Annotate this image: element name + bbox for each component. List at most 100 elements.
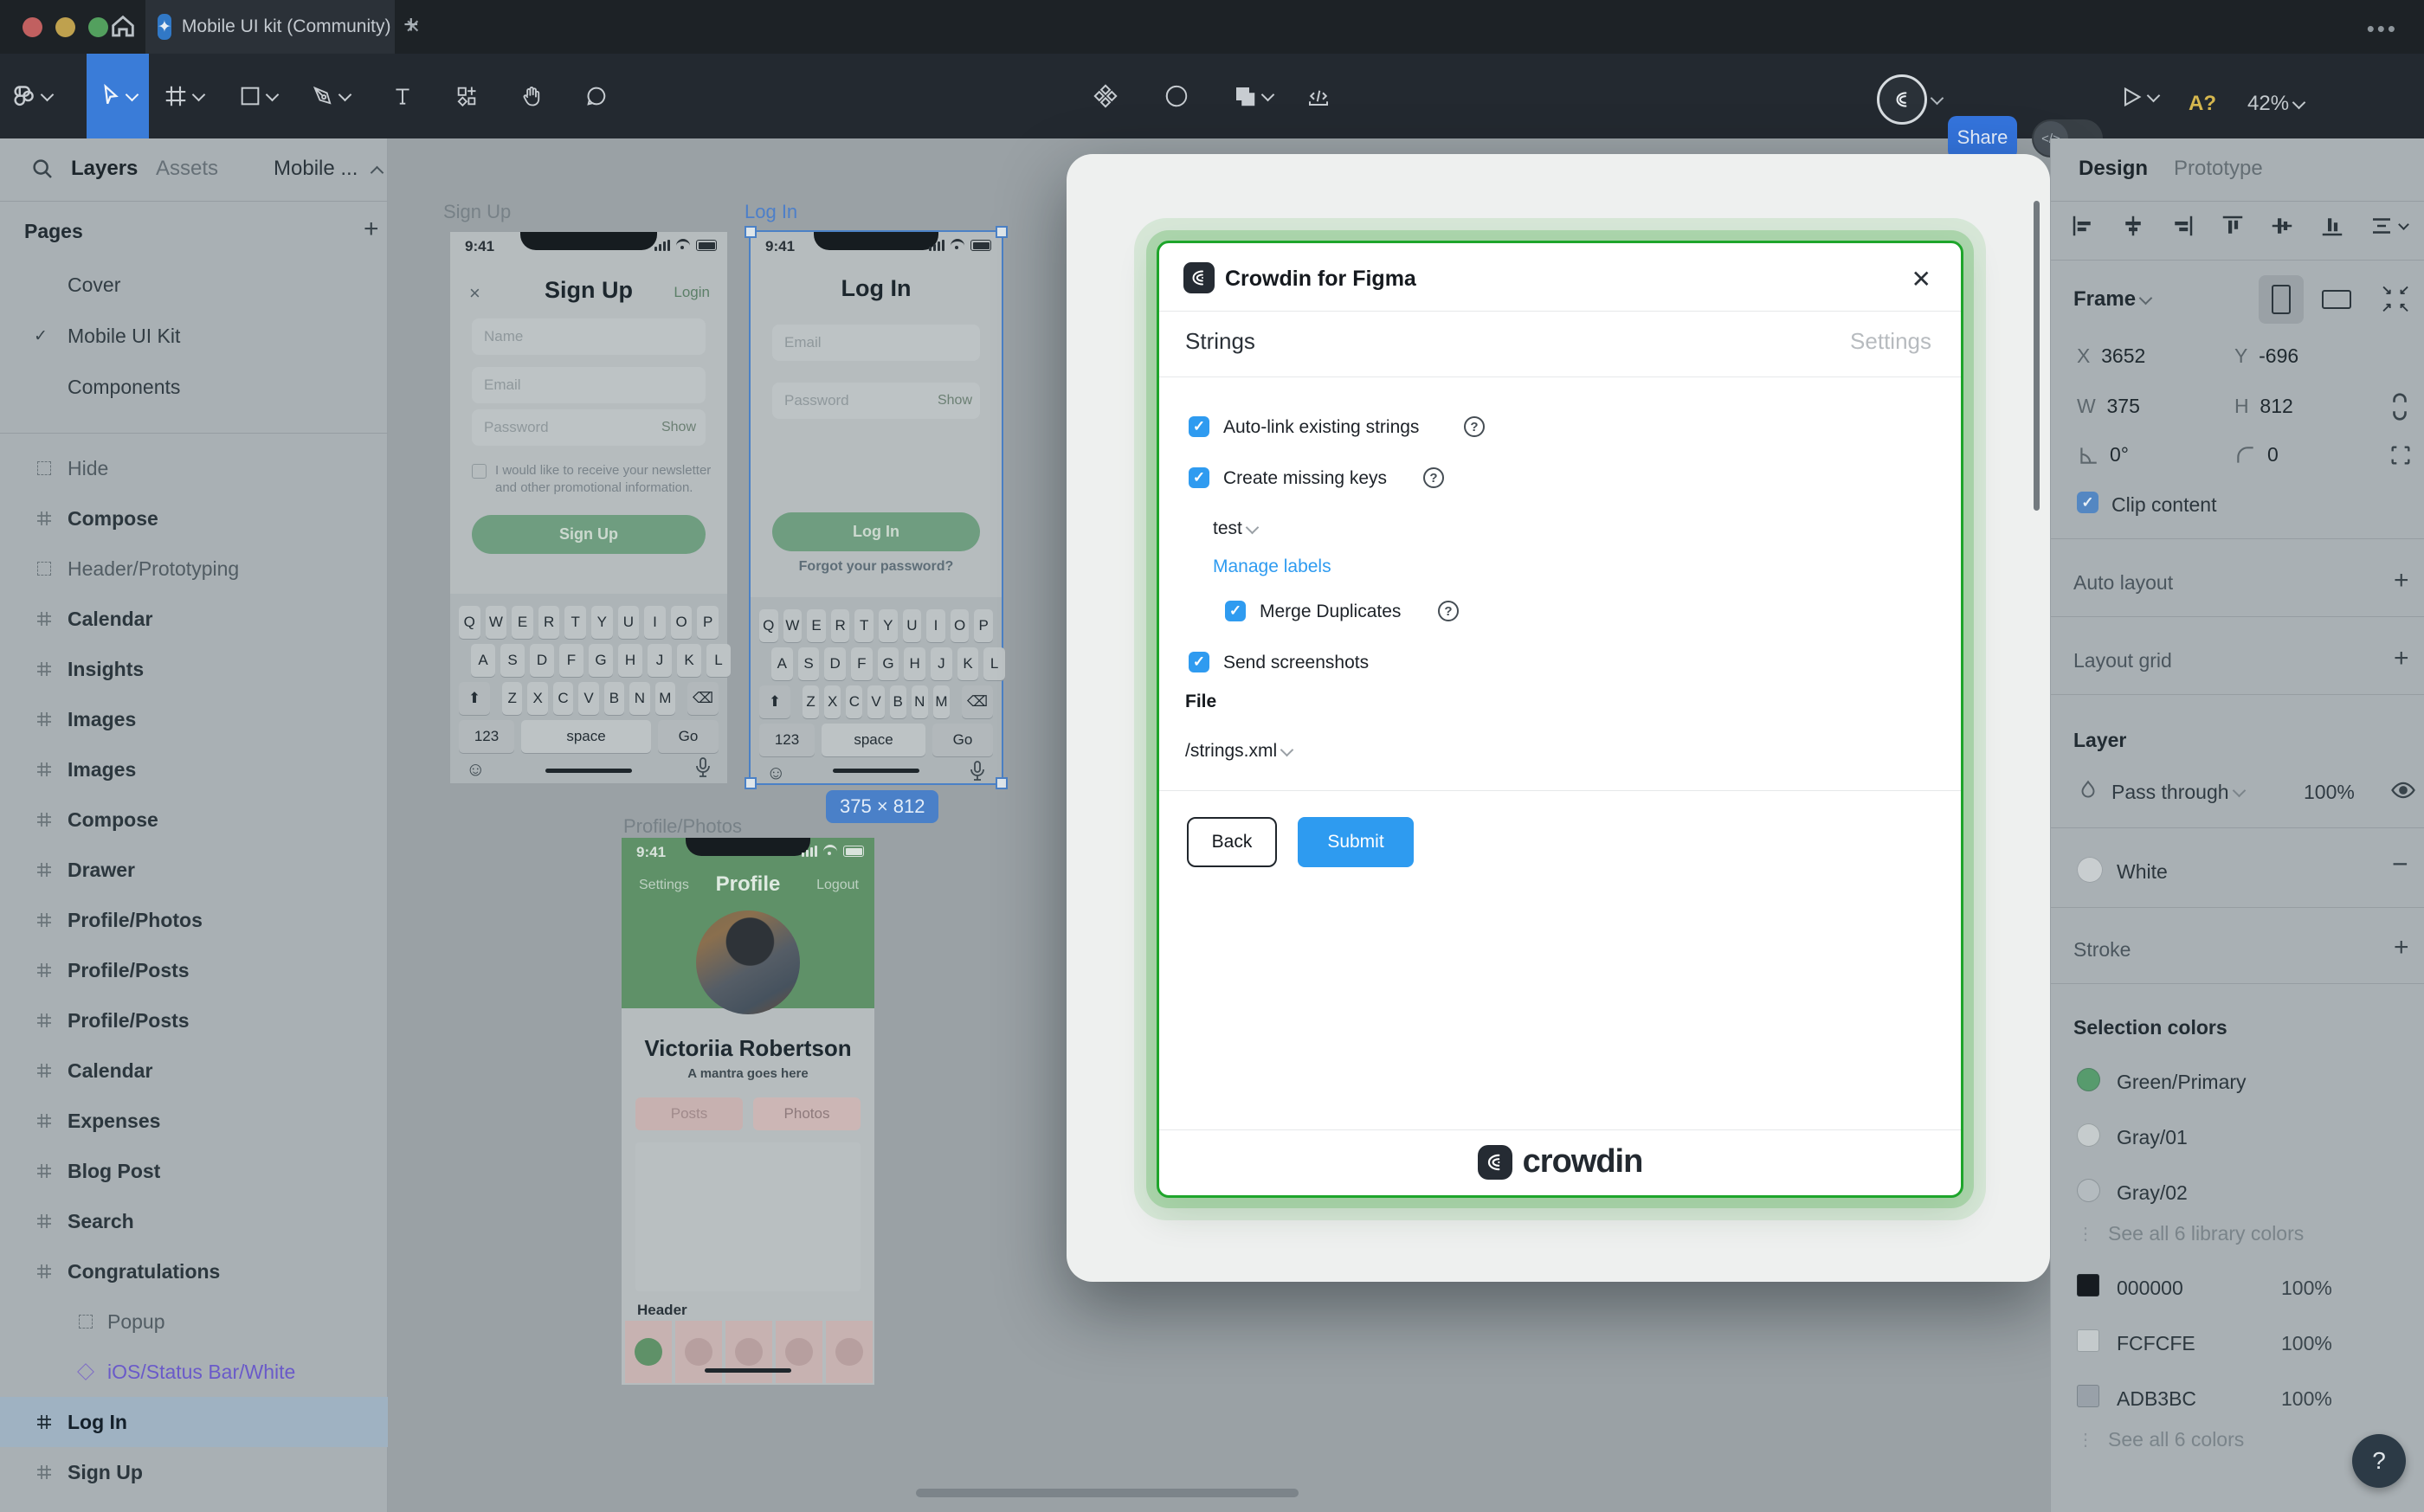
library-color-green-primary[interactable]: Green/Primary (2051, 1054, 2424, 1110)
align-h-center-icon[interactable] (2120, 213, 2146, 239)
layer-item-log-in[interactable]: Log In (0, 1397, 388, 1447)
layer-item-expenses[interactable]: Expenses (0, 1096, 388, 1146)
canvas-h-scrollbar[interactable] (916, 1489, 1299, 1497)
component-tool-icon[interactable] (1080, 54, 1131, 138)
create-keys-help-icon[interactable]: ? (1423, 467, 1444, 488)
tab-layers[interactable]: Layers (71, 157, 138, 181)
zoom-menu[interactable]: 42% (2247, 92, 2306, 116)
layer-item-popup[interactable]: Popup (0, 1296, 388, 1347)
add-page-button[interactable]: + (364, 215, 379, 244)
remove-fill-button[interactable]: − (2392, 848, 2408, 880)
align-bottom-icon[interactable] (2319, 213, 2345, 239)
layer-item-congratulations[interactable]: Congratulations (0, 1246, 388, 1296)
layer-item-compose[interactable]: Compose (0, 493, 388, 544)
rotation-field[interactable]: 0° (2077, 443, 2129, 466)
layer-item-calendar[interactable]: Calendar (0, 1046, 388, 1096)
layer-item-profile-photos[interactable]: Profile/Photos (0, 895, 388, 945)
text-tool-button[interactable] (377, 54, 428, 138)
layer-item-blog-post[interactable]: Blog Post (0, 1146, 388, 1196)
layer-item-ios-status-bar-white[interactable]: iOS/Status Bar/White (0, 1347, 388, 1397)
tab-strings[interactable]: Strings (1185, 328, 1255, 355)
frame-label-log-in[interactable]: Log In (745, 201, 797, 223)
search-icon[interactable] (29, 156, 55, 182)
minimize-window-button[interactable] (55, 17, 75, 37)
merge-duplicates-help-icon[interactable]: ? (1438, 601, 1459, 621)
corner-radius-field[interactable]: 0 (2234, 443, 2279, 466)
height-field[interactable]: H 812 (2234, 395, 2293, 418)
library-color-gray-01[interactable]: Gray/01 (2051, 1110, 2424, 1165)
label-dropdown[interactable]: test (1213, 518, 1260, 539)
visibility-eye-icon[interactable] (2390, 777, 2416, 803)
layer-item-search[interactable]: Search (0, 1196, 388, 1246)
align-left-icon[interactable] (2070, 213, 2096, 239)
page-item-components[interactable]: Components (0, 362, 388, 412)
align-v-center-icon[interactable] (2269, 213, 2295, 239)
maximize-window-button[interactable] (88, 17, 108, 37)
boolean-ops-icon[interactable] (1214, 54, 1290, 138)
blend-mode-dropdown[interactable]: Pass through (2111, 781, 2246, 804)
page-item-mobile-ui-kit[interactable]: ✓ Mobile UI Kit (0, 311, 388, 361)
constrain-proportions-icon[interactable] (2389, 389, 2411, 424)
log-in-frame[interactable]: 9:41 Log In Email Password Show Log In F… (749, 230, 1005, 785)
add-layout-grid-button[interactable]: + (2394, 644, 2409, 673)
selection-handle[interactable] (745, 777, 757, 789)
align-right-icon[interactable] (2169, 213, 2195, 239)
autolink-help-icon[interactable]: ? (1464, 416, 1485, 437)
close-window-button[interactable] (23, 17, 42, 37)
resources-tool-button[interactable] (442, 54, 492, 138)
tab-file-name[interactable]: Mobile ... (274, 157, 358, 181)
file-dropdown[interactable]: /strings.xml (1185, 741, 1294, 762)
fill-swatch[interactable] (2077, 857, 2103, 883)
y-position-field[interactable]: Y -696 (2234, 344, 2298, 368)
home-icon[interactable] (108, 12, 138, 42)
send-screenshots-checkbox[interactable]: ✓ (1189, 652, 1209, 672)
move-tool-button[interactable] (87, 54, 149, 138)
tab-settings[interactable]: Settings (1850, 328, 1931, 355)
align-top-icon[interactable] (2220, 213, 2246, 239)
hand-tool-button[interactable] (507, 54, 558, 138)
tab-assets[interactable]: Assets (156, 157, 218, 181)
merge-duplicates-checkbox[interactable]: ✓ (1225, 601, 1246, 621)
document-tab[interactable]: ✦ Mobile UI kit (Community) ✕ (145, 0, 421, 54)
manage-labels-link[interactable]: Manage labels (1213, 557, 1331, 577)
resize-to-fit-icon[interactable]: ↘ ↙ ↗ ↖ (2378, 282, 2413, 317)
figjam-ai-badge[interactable]: A? (2189, 92, 2216, 116)
layer-item-images[interactable]: Images (0, 744, 388, 795)
distribute-menu-icon[interactable] (2369, 213, 2409, 239)
profile-photos-frame[interactable]: 9:41 Settings Profile Logout Victoriia R… (622, 838, 874, 1385)
sign-up-frame[interactable]: 9:41 × Sign Up Login Name Email Password… (450, 232, 731, 783)
submit-button[interactable]: Submit (1298, 817, 1414, 867)
page-item-cover[interactable]: Cover (0, 260, 388, 310)
layer-item-images[interactable]: Images (0, 694, 388, 744)
selection-handle[interactable] (996, 226, 1008, 238)
hex-color-fcfcfe[interactable]: FCFCFE 100% (2051, 1316, 2424, 1371)
account-menu[interactable] (1877, 74, 1944, 125)
window-more-icon[interactable]: ••• (2367, 16, 2398, 42)
frame-tool-button[interactable] (158, 54, 208, 138)
see-all-colors[interactable]: ⋮ See all 6 colors (2077, 1428, 2244, 1451)
add-stroke-button[interactable]: + (2394, 933, 2409, 962)
x-position-field[interactable]: X 3652 (2077, 344, 2145, 368)
layer-item-header-prototyping[interactable]: Header/Prototyping (0, 544, 388, 594)
add-auto-layout-button[interactable]: + (2394, 566, 2409, 595)
hex-color-000000[interactable]: 000000 100% (2051, 1260, 2424, 1316)
layer-item-compose[interactable]: Compose (0, 795, 388, 845)
library-color-gray-02[interactable]: Gray/02 (2051, 1165, 2424, 1220)
dev-handoff-icon[interactable] (1293, 54, 1344, 138)
fill-name[interactable]: White (2117, 860, 2168, 884)
frame-label-sign-up[interactable]: Sign Up (443, 201, 511, 223)
comment-tool-button[interactable] (571, 54, 622, 138)
hex-color-adb3bc[interactable]: ADB3BC 100% (2051, 1371, 2424, 1426)
close-dialog-icon[interactable]: ✕ (1911, 265, 1931, 293)
selection-handle[interactable] (745, 226, 757, 238)
layer-item-hide[interactable]: Hide (0, 443, 388, 493)
blend-mode-icon[interactable] (2077, 779, 2099, 801)
layer-item-insights[interactable]: Insights (0, 644, 388, 694)
frame-type-dropdown[interactable]: Frame (2073, 287, 2153, 312)
present-button[interactable] (2119, 85, 2161, 109)
selection-handle[interactable] (996, 777, 1008, 789)
help-button[interactable]: ? (2352, 1434, 2406, 1488)
layer-item-sign-up[interactable]: Sign Up (0, 1447, 388, 1497)
back-button[interactable]: Back (1187, 817, 1277, 867)
mask-tool-icon[interactable] (1151, 54, 1202, 138)
